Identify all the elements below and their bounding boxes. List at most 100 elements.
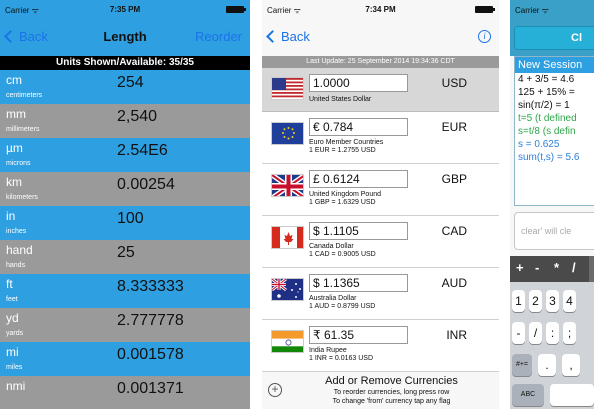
- unit-value: 2.54E6: [117, 142, 168, 159]
- key-colon[interactable]: :: [546, 322, 559, 344]
- uk-flag-icon[interactable]: [271, 174, 304, 197]
- status-time: 7:35 PM: [109, 5, 141, 14]
- session-line: sum(t,s) = 5.6: [518, 152, 580, 163]
- status-bar: Carrier ᯤ 7:35 PM: [0, 0, 250, 20]
- currency-converter-screen: Carrier ᯤ 7:34 PM Back i Last Update: 25…: [262, 0, 499, 409]
- unit-symbol: cm: [6, 73, 22, 87]
- unit-row-km[interactable]: km kilometers 0.00254: [0, 172, 250, 206]
- exchange-rate: 1 EUR = 1.2755 USD: [309, 147, 376, 154]
- unit-symbol: yd: [6, 311, 19, 325]
- unit-name: yards: [6, 330, 24, 337]
- unit-value: 0.001578: [117, 346, 184, 363]
- india-flag-icon[interactable]: [271, 330, 304, 353]
- info-icon[interactable]: i: [478, 30, 491, 43]
- key-2[interactable]: 2: [529, 290, 542, 312]
- currency-row-aud[interactable]: $ 1.1365 AUD Australia Dollar 1 AUD = 0.…: [262, 268, 499, 320]
- key-comma[interactable]: ,: [562, 354, 580, 376]
- session-line: t=5 (t defined: [518, 113, 577, 124]
- multiply-key[interactable]: *: [554, 260, 559, 275]
- key-slash[interactable]: /: [529, 322, 542, 344]
- amount-field-gbp[interactable]: £ 0.6124: [309, 170, 408, 188]
- unit-row-mi[interactable]: mi miles 0.001578: [0, 342, 250, 376]
- amount-field-usd[interactable]: 1.0000: [309, 74, 408, 92]
- unit-symbol: mm: [6, 107, 26, 121]
- unit-row-yd[interactable]: yd yards 2.777778: [0, 308, 250, 342]
- us-flag-icon[interactable]: [271, 77, 304, 100]
- plus-icon[interactable]: +: [268, 383, 282, 397]
- amount-field-inr[interactable]: ₹ 61.35: [309, 326, 408, 344]
- unit-symbol: µm: [6, 141, 23, 155]
- unit-row-in[interactable]: in inches 100: [0, 206, 250, 240]
- unit-value: 0.00254: [117, 176, 175, 193]
- currency-row-inr[interactable]: ₹ 61.35 INR India Rupee 1 INR = 0.0163 U…: [262, 320, 499, 372]
- plus-key[interactable]: +: [516, 260, 524, 275]
- battery-icon: [475, 6, 495, 13]
- key-4[interactable]: 4: [563, 290, 576, 312]
- session-line: s = 0.625: [518, 139, 560, 150]
- session-line: 125 + 15% =: [518, 87, 575, 98]
- unit-row-nmi[interactable]: nmi 0.001371: [0, 376, 250, 409]
- back-button[interactable]: Back: [266, 29, 310, 44]
- unit-name: kilometers: [6, 194, 38, 201]
- clear-tab[interactable]: Cl: [514, 26, 594, 50]
- currency-name: United Kingdom Pound: [309, 191, 381, 198]
- unit-name: centimeters: [6, 92, 43, 99]
- currency-row-cad[interactable]: $ 1.1105 CAD Canada Dollar 1 CAD = 0.900…: [262, 216, 499, 268]
- key-semicolon[interactable]: ;: [563, 322, 576, 344]
- nav-bar: Back i: [262, 20, 499, 56]
- status-bar: Carrier ᯤ: [510, 0, 594, 20]
- eu-flag-icon[interactable]: [271, 122, 304, 145]
- add-remove-currencies-row[interactable]: + Add or Remove Currencies To reorder cu…: [262, 372, 499, 409]
- amount-field-aud[interactable]: $ 1.1365: [309, 274, 408, 292]
- unit-value: 2.777778: [117, 312, 184, 329]
- calculator-screen: Carrier ᯤ Cl New Session 4 + 3/5 = 4.6 1…: [510, 0, 594, 409]
- amount-field-cad[interactable]: $ 1.1105: [309, 222, 408, 240]
- reorder-hint: To reorder currencies, long press row: [333, 389, 450, 396]
- unit-row-hand[interactable]: hand hands 25: [0, 240, 250, 274]
- space-key[interactable]: [550, 384, 594, 406]
- session-line: sin(π/2) = 1: [518, 100, 570, 111]
- minus-key[interactable]: -: [535, 260, 539, 275]
- key-symbols[interactable]: #+=: [512, 354, 532, 376]
- key-1[interactable]: 1: [512, 290, 525, 312]
- key-3[interactable]: 3: [546, 290, 559, 312]
- currency-code: AUD: [441, 276, 467, 290]
- key-dash[interactable]: -: [512, 322, 525, 344]
- unit-row-um[interactable]: µm microns 2.54E6: [0, 138, 250, 172]
- unit-row-mm[interactable]: mm millimeters 2,540: [0, 104, 250, 138]
- change-from-hint: To change 'from' currency tap any flag: [332, 398, 451, 405]
- australia-flag-icon[interactable]: [271, 278, 304, 301]
- session-title: New Session: [515, 57, 594, 73]
- canada-flag-icon[interactable]: [271, 226, 304, 249]
- unit-row-cm[interactable]: cm centimeters 254: [0, 70, 250, 104]
- reorder-button[interactable]: Reorder: [195, 29, 242, 44]
- status-bar: Carrier ᯤ 7:34 PM: [262, 0, 499, 20]
- operator-bar-edge: [589, 256, 594, 282]
- currency-name: United States Dollar: [309, 96, 372, 103]
- calculator-toolbar: Cl: [510, 20, 594, 56]
- key-abc[interactable]: ABC: [512, 384, 544, 406]
- divide-key[interactable]: /: [572, 260, 576, 275]
- battery-icon: [226, 6, 246, 13]
- unit-name: feet: [6, 296, 18, 303]
- currency-name: Canada Dollar: [309, 243, 354, 250]
- expression-input[interactable]: clear' will cle: [514, 212, 594, 250]
- units-count-header: Units Shown/Available: 35/35: [0, 56, 250, 70]
- unit-value: 2,540: [117, 108, 158, 125]
- unit-name: miles: [6, 364, 23, 371]
- currency-row-usd[interactable]: 1.0000 USD United States Dollar: [262, 68, 499, 112]
- exchange-rate: 1 CAD = 0.9005 USD: [309, 251, 376, 258]
- unit-symbol: nmi: [6, 379, 26, 393]
- add-remove-title: Add or Remove Currencies: [325, 375, 458, 387]
- amount-field-eur[interactable]: € 0.784: [309, 118, 408, 136]
- unit-name: millimeters: [6, 126, 40, 133]
- unit-value: 25: [117, 244, 135, 261]
- exchange-rate: 1 INR = 0.0163 USD: [309, 355, 374, 362]
- unit-row-ft[interactable]: ft feet 8.333333: [0, 274, 250, 308]
- currency-row-gbp[interactable]: £ 0.6124 GBP United Kingdom Pound 1 GBP …: [262, 164, 499, 216]
- currency-row-eur[interactable]: € 0.784 EUR Euro Member Countries 1 EUR …: [262, 112, 499, 164]
- key-period[interactable]: .: [538, 354, 556, 376]
- exchange-rate: 1 GBP = 1.6329 USD: [309, 199, 376, 206]
- currency-code: INR: [446, 328, 467, 342]
- chevron-left-icon: [266, 30, 279, 43]
